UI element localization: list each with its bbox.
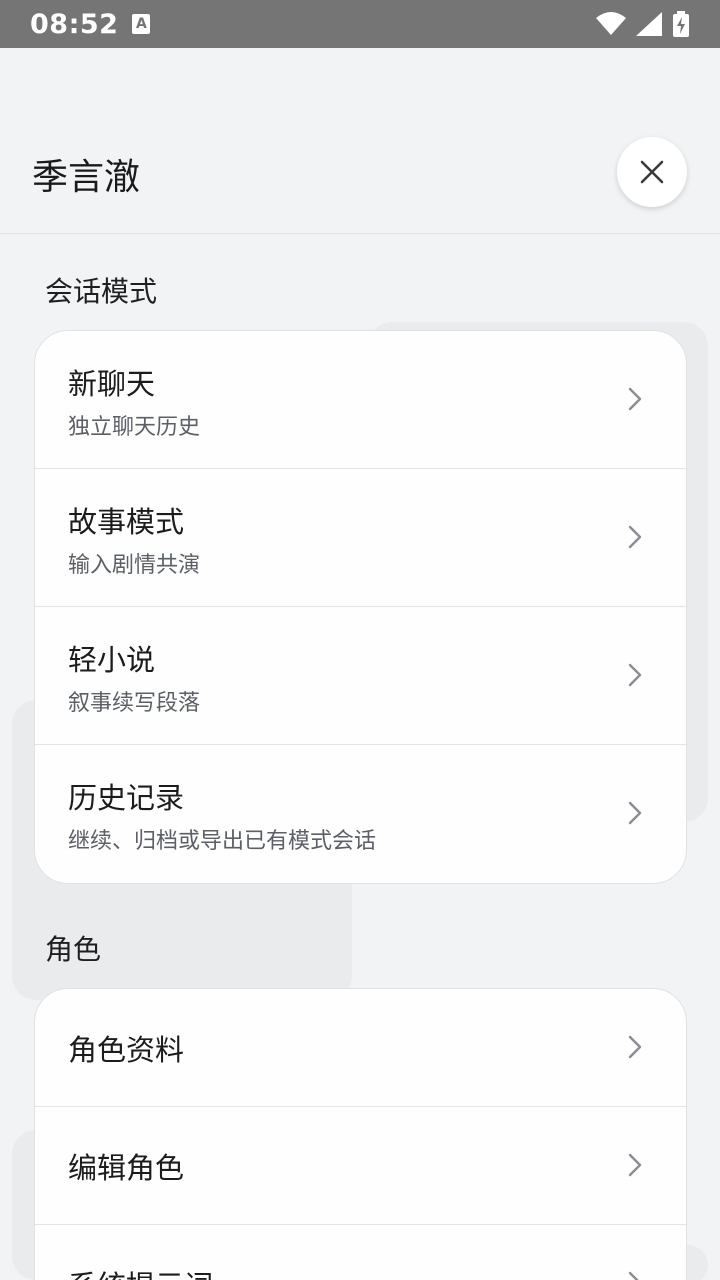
menu-item-history[interactable]: 历史记录 继续、归档或导出已有模式会话 — [35, 745, 686, 883]
menu-item-edit-character[interactable]: 编辑角色 — [35, 1107, 686, 1225]
menu-item-subtitle: 叙事续写段落 — [68, 691, 201, 716]
menu-item-title: 历史记录 — [68, 781, 185, 815]
chevron-right-icon — [628, 387, 642, 411]
menu-item-character-profile[interactable]: 角色资料 — [35, 989, 686, 1107]
chevron-right-icon — [628, 1153, 642, 1177]
character-card: 角色资料 编辑角色 系统提示词 — [34, 988, 687, 1280]
session-mode-card: 新聊天 独立聊天历史 故事模式 输入剧情共演 轻小说 叙事续写段落 历史记录 继… — [34, 330, 687, 884]
cellular-signal-icon — [636, 12, 662, 36]
menu-item-new-chat[interactable]: 新聊天 独立聊天历史 — [35, 331, 686, 469]
menu-item-system-prompt[interactable]: 系统提示词 — [35, 1225, 686, 1280]
menu-item-subtitle: 输入剧情共演 — [68, 553, 201, 578]
wifi-icon — [596, 12, 626, 35]
chevron-right-icon — [628, 525, 642, 549]
menu-item-subtitle: 继续、归档或导出已有模式会话 — [68, 829, 377, 854]
page-title: 季言澈 — [32, 157, 141, 198]
section-label-session-mode: 会话模式 — [45, 275, 158, 308]
menu-item-light-novel[interactable]: 轻小说 叙事续写段落 — [35, 607, 686, 745]
menu-item-subtitle: 独立聊天历史 — [68, 415, 201, 440]
header: 季言澈 — [0, 48, 720, 234]
menu-item-title: 轻小说 — [68, 643, 156, 677]
chevron-right-icon — [628, 1271, 639, 1280]
menu-item-title: 编辑角色 — [68, 1151, 185, 1185]
menu-item-title: 角色资料 — [68, 1033, 185, 1067]
menu-item-title: 新聊天 — [68, 367, 156, 401]
close-icon — [640, 160, 664, 184]
chevron-right-icon — [628, 663, 642, 687]
menu-item-title: 系统提示词 — [68, 1263, 213, 1280]
battery-charging-icon — [673, 11, 689, 37]
chevron-right-icon — [628, 1035, 642, 1059]
chevron-right-icon — [628, 801, 642, 825]
status-icons — [596, 11, 690, 37]
menu-item-story-mode[interactable]: 故事模式 输入剧情共演 — [35, 469, 686, 607]
status-bar: 08:52 A — [0, 0, 720, 48]
section-label-character: 角色 — [45, 933, 102, 966]
close-button[interactable] — [617, 137, 687, 207]
menu-item-title: 故事模式 — [68, 505, 185, 539]
notification-a-icon: A — [132, 14, 151, 34]
status-time: 08:52 — [30, 8, 119, 40]
